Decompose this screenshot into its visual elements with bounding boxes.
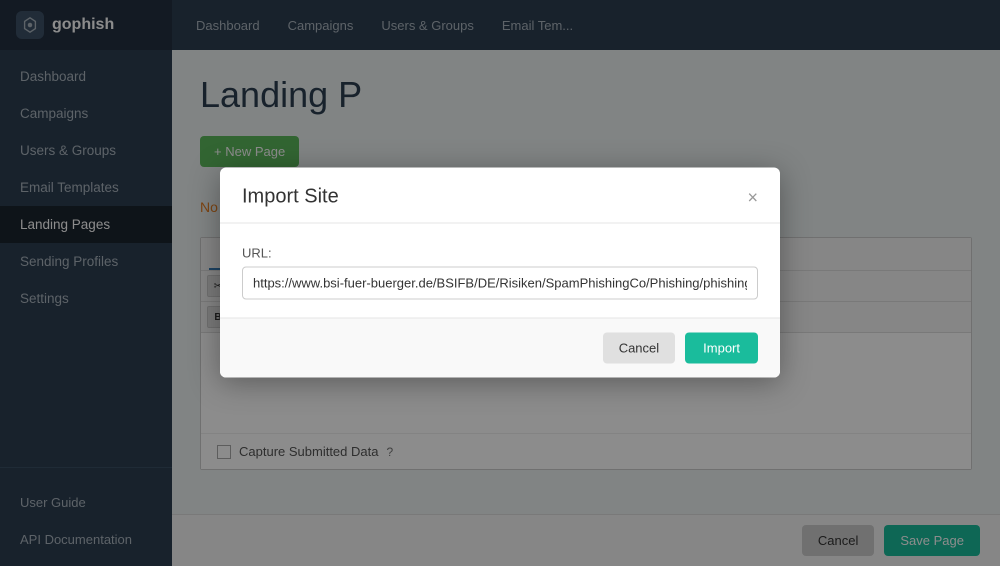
modal-import-button[interactable]: Import xyxy=(685,333,758,364)
modal-close-button[interactable]: × xyxy=(747,188,758,206)
modal-title: Import Site xyxy=(242,186,339,209)
modal-footer: Cancel Import xyxy=(220,318,780,378)
import-site-modal: Import Site × URL: Cancel Import xyxy=(220,168,780,378)
modal-body: URL: xyxy=(220,224,780,318)
modal-cancel-button[interactable]: Cancel xyxy=(603,333,675,364)
url-input[interactable] xyxy=(242,267,758,300)
modal-header: Import Site × xyxy=(220,168,780,224)
url-label: URL: xyxy=(242,246,758,261)
